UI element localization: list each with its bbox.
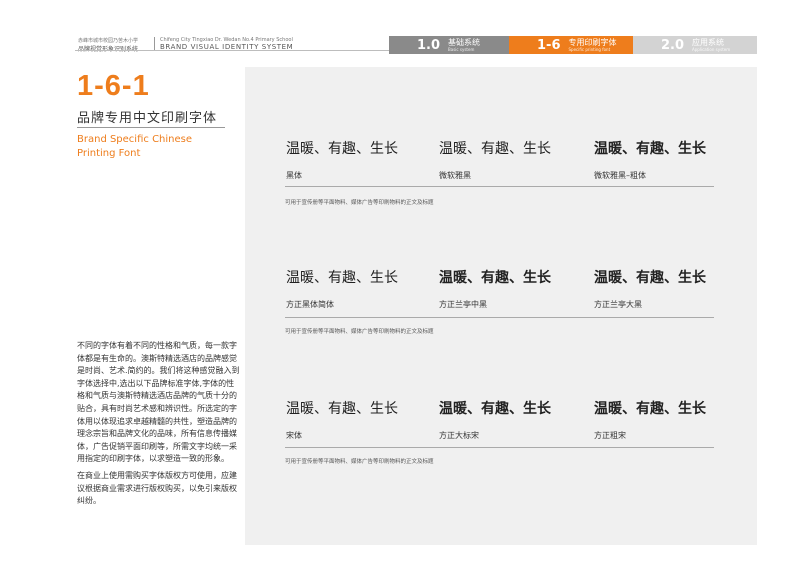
header-system-cn: 品牌视觉形象识别系统 <box>78 44 138 53</box>
header-school-cn-small: 赤峰市城市校园乃苦木小学 <box>78 38 139 44</box>
header-divider <box>154 37 155 51</box>
section-number: 1-6-1 <box>77 70 150 102</box>
tab-number: 1.0 <box>417 37 441 53</box>
description: 不同的字体有着不同的性格和气质，每一款字体都是有生命的。澳斯特精选酒店的品牌感觉… <box>77 340 241 508</box>
usage-note: 可用于宣传册等平面物料、媒体广告等印刷物料的正文及标题 <box>285 329 434 335</box>
tab-basic-system[interactable]: 1.0 基础系统 Basic system <box>389 36 509 54</box>
tab-application-system[interactable]: 2.0 应用系统 Application system <box>633 36 757 54</box>
font-sample-fz-dabiaosong: 温暖、有趣、生长 <box>439 401 551 417</box>
font-name: 方正粗宋 <box>594 431 626 440</box>
tab-label-cn: 专用印刷字体 <box>568 38 617 47</box>
font-name: 方正黑体简体 <box>286 300 334 309</box>
group-rule <box>285 186 714 187</box>
section-title-en: Brand Specific Chinese Printing Font <box>77 134 193 159</box>
tab-label-en: Application system <box>692 47 731 52</box>
font-sample-fz-lanting-medium: 温暖、有趣、生长 <box>439 270 551 286</box>
description-paragraph: 不同的字体有着不同的性格和气质，每一款字体都是有生命的。澳斯特精选酒店的品牌感觉… <box>77 341 240 464</box>
description-paragraph: 在商业上使用需购买字体版权方可使用，应建议根据商业需求进行版权购买，以免引来版权… <box>77 470 237 506</box>
font-name: 黑体 <box>286 171 302 180</box>
tab-number: 1-6 <box>537 37 561 53</box>
group-rule <box>285 317 714 318</box>
usage-note: 可用于宣传册等平面物料、媒体广告等印刷物料的正文及标题 <box>285 200 434 206</box>
usage-note: 可用于宣传册等平面物料、媒体广告等印刷物料的正文及标题 <box>285 459 434 465</box>
tab-label-en: Basic system <box>448 47 475 52</box>
tab-label-cn: 基础系统 <box>448 38 481 47</box>
section-title-cn: 品牌专用中文印刷字体 <box>77 111 218 126</box>
font-name: 微软雅黑–粗体 <box>594 171 646 180</box>
tab-printing-font[interactable]: 1-6 专用印刷字体 Specific printing font <box>509 36 633 54</box>
group-rule <box>285 447 714 448</box>
section-rule <box>77 127 225 128</box>
font-sample-songti: 温暖、有趣、生长 <box>286 401 398 417</box>
font-sample-fz-cusong: 温暖、有趣、生长 <box>594 401 706 417</box>
font-sample-fz-lanting-heavy: 温暖、有趣、生长 <box>594 270 706 286</box>
font-name: 方正大标宋 <box>439 431 479 440</box>
font-sample-fz-heiti: 温暖、有趣、生长 <box>286 270 398 286</box>
font-name: 宋体 <box>286 431 302 440</box>
font-name: 微软雅黑 <box>439 171 471 180</box>
tab-label-cn: 应用系统 <box>692 38 725 47</box>
font-sample-yahei-bold: 温暖、有趣、生长 <box>594 141 706 157</box>
font-sample-yahei: 温暖、有趣、生长 <box>439 141 551 157</box>
tab-label-en: Specific printing font <box>568 47 611 52</box>
font-name: 方正兰亭中黑 <box>439 300 487 309</box>
font-name: 方正兰亭大黑 <box>594 300 642 309</box>
font-sample-heiti: 温暖、有趣、生长 <box>286 141 398 157</box>
tab-number: 2.0 <box>661 37 685 53</box>
